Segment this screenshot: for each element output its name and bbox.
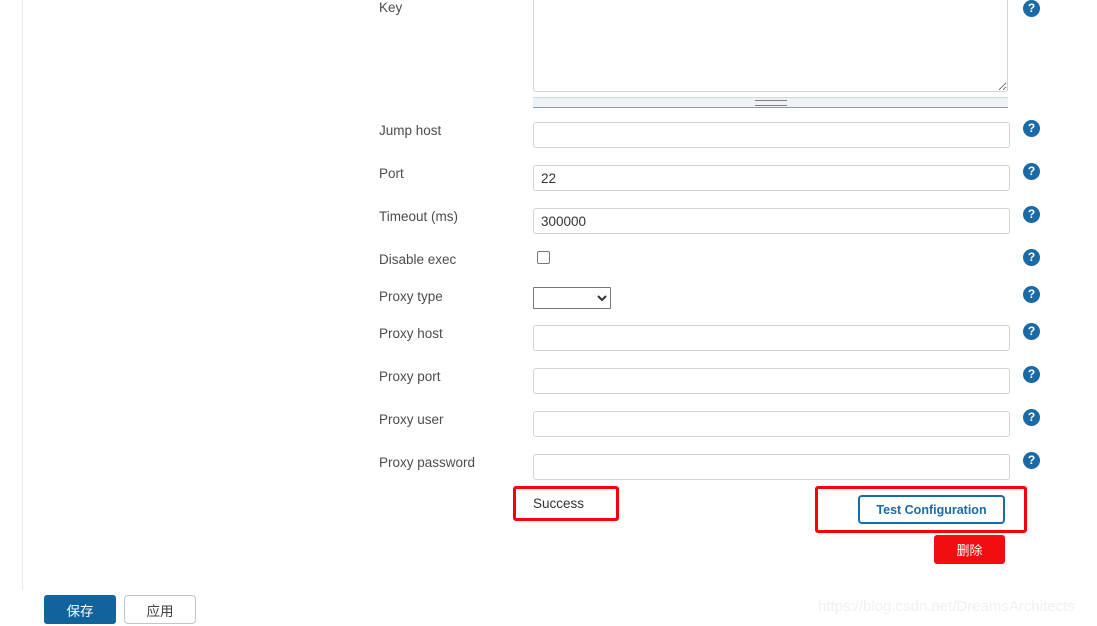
key-label: Key xyxy=(379,0,403,15)
field-proxy-host xyxy=(533,325,1010,351)
label-timeout: Timeout (ms) xyxy=(379,209,459,224)
proxy-password-input[interactable] xyxy=(533,454,1010,480)
row-disable-exec: Disable exec xyxy=(379,251,1079,277)
label-proxy-port: Proxy port xyxy=(379,369,441,384)
label-disable-exec: Disable exec xyxy=(379,252,457,267)
proxy-type-select[interactable] xyxy=(533,287,611,309)
panel-divider xyxy=(22,0,23,590)
watermark: https://blog.csdn.net/DreamsArchitects xyxy=(818,598,1075,615)
configuration-form-page: Key ? Jump host ? Port ? Timeout (ms) ? … xyxy=(0,0,1097,626)
row-proxy-password: Proxy password xyxy=(379,454,1079,480)
label-proxy-password: Proxy password xyxy=(379,455,476,470)
row-jump-host: Jump host xyxy=(379,122,1079,148)
help-icon-proxy-type[interactable]: ? xyxy=(1023,286,1040,303)
jump-host-input[interactable] xyxy=(533,122,1010,148)
field-proxy-type xyxy=(533,287,611,309)
label-port: Port xyxy=(379,166,404,181)
label-proxy-host: Proxy host xyxy=(379,326,443,341)
label-proxy-user: Proxy user xyxy=(379,412,444,427)
row-timeout: Timeout (ms) xyxy=(379,208,1079,234)
help-icon-timeout[interactable]: ? xyxy=(1023,206,1040,223)
apply-button[interactable]: 应用 xyxy=(124,595,196,624)
help-icon-disable-exec[interactable]: ? xyxy=(1023,249,1040,266)
status-message: Success xyxy=(533,496,585,511)
proxy-user-input[interactable] xyxy=(533,411,1010,437)
key-textarea[interactable] xyxy=(533,0,1008,92)
label-jump-host: Jump host xyxy=(379,123,442,138)
help-icon-proxy-password[interactable]: ? xyxy=(1023,452,1040,469)
field-proxy-port xyxy=(533,368,1010,394)
field-timeout xyxy=(533,208,1010,234)
label-proxy-type: Proxy type xyxy=(379,289,443,304)
field-proxy-user xyxy=(533,411,1010,437)
row-proxy-port: Proxy port xyxy=(379,368,1079,394)
help-icon-jump-host[interactable]: ? xyxy=(1023,120,1040,137)
test-configuration-button[interactable]: Test Configuration xyxy=(858,495,1005,524)
help-icon-key[interactable]: ? xyxy=(1023,0,1040,17)
port-input[interactable] xyxy=(533,165,1010,191)
disable-exec-checkbox[interactable] xyxy=(537,251,550,264)
save-button[interactable]: 保存 xyxy=(44,595,116,624)
field-port xyxy=(533,165,1010,191)
help-icon-proxy-port[interactable]: ? xyxy=(1023,366,1040,383)
timeout-input[interactable] xyxy=(533,208,1010,234)
field-proxy-password xyxy=(533,454,1010,480)
row-proxy-type: Proxy type xyxy=(379,287,1079,314)
textarea-resize-handle[interactable] xyxy=(533,97,1008,108)
row-port: Port xyxy=(379,165,1079,191)
proxy-port-input[interactable] xyxy=(533,368,1010,394)
help-icon-proxy-user[interactable]: ? xyxy=(1023,409,1040,426)
resize-grip-icon xyxy=(754,100,787,106)
help-icon-port[interactable]: ? xyxy=(1023,163,1040,180)
row-proxy-user: Proxy user xyxy=(379,411,1079,437)
help-icon-proxy-host[interactable]: ? xyxy=(1023,323,1040,340)
delete-button[interactable]: 删除 xyxy=(934,535,1005,564)
field-jump-host xyxy=(533,122,1010,148)
row-proxy-host: Proxy host xyxy=(379,325,1079,351)
proxy-host-input[interactable] xyxy=(533,325,1010,351)
field-disable-exec xyxy=(537,251,550,264)
